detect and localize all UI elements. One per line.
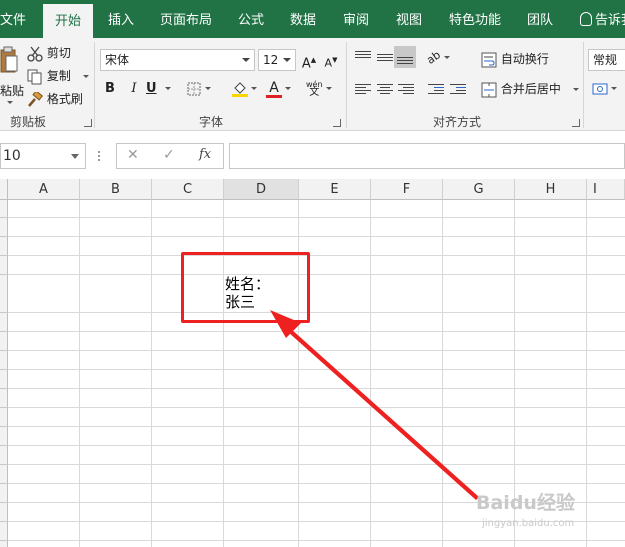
baidu-watermark-url: jingyan.baidu.com (482, 518, 575, 529)
baidu-watermark: Baidu经验 (476, 492, 575, 514)
annotation-arrow (270, 310, 479, 500)
